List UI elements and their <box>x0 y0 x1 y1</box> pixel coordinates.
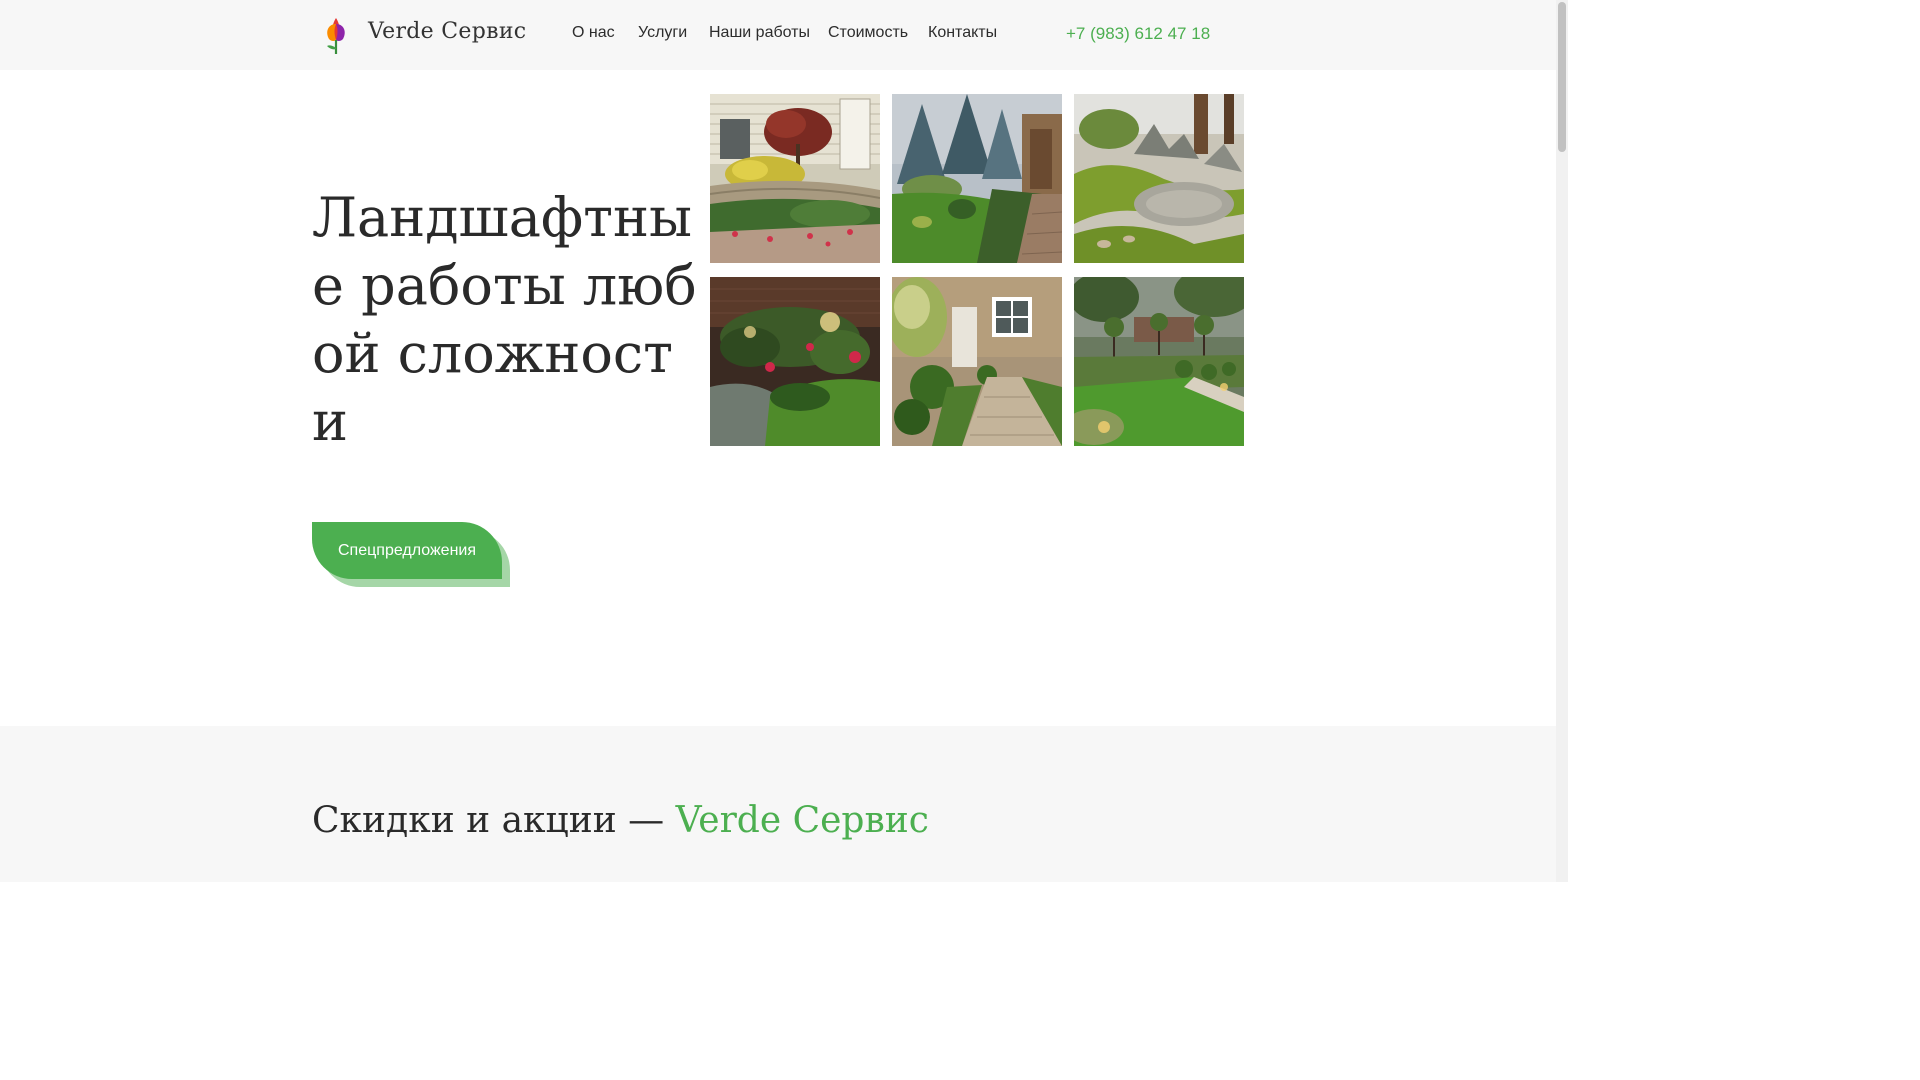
promo-title: Скидки и акции — Verde Сервис <box>312 800 929 841</box>
nav-item-about[interactable]: О нас <box>572 24 615 42</box>
boxwood-path-photo <box>892 277 1062 446</box>
promo-section: Скидки и акции — Verde Сервис <box>0 726 1556 882</box>
phone-link[interactable]: +7 (983) 612 47 18 <box>1066 24 1210 44</box>
garden-house-photo <box>710 94 880 263</box>
gallery-photo-5[interactable] <box>892 277 1062 446</box>
nav-item-pricing[interactable]: Стоимость <box>828 24 908 42</box>
conifer-garden-photo <box>892 94 1062 263</box>
promo-title-prefix: Скидки и акции — <box>312 800 665 841</box>
site-header: Verde Сервис О нас Услуги Наши работы Ст… <box>0 0 1556 70</box>
scrollbar-thumb[interactable] <box>1558 2 1566 152</box>
gallery-photo-1[interactable] <box>710 94 880 263</box>
gallery-photo-3[interactable] <box>1074 94 1244 263</box>
cta-wrapper: Спецпредложения <box>312 522 512 588</box>
page-scrollbar[interactable] <box>1556 0 1568 882</box>
promo-title-accent: Verde Сервис <box>675 800 929 841</box>
nav-item-works[interactable]: Наши работы <box>709 24 810 42</box>
rose-border-photo <box>710 277 880 446</box>
hero-title: Ландшафтные работы любой сложности <box>312 186 697 453</box>
zen-rock-garden-photo <box>1074 94 1244 263</box>
gallery-photo-4[interactable] <box>710 277 880 446</box>
gallery-photo-2[interactable] <box>892 94 1062 263</box>
works-gallery <box>710 94 1244 446</box>
nav-item-contacts[interactable]: Контакты <box>928 24 997 42</box>
modern-lawn-photo <box>1074 277 1244 446</box>
gallery-photo-6[interactable] <box>1074 277 1244 446</box>
special-offers-button[interactable]: Спецпредложения <box>312 522 502 579</box>
tulip-logo-icon[interactable] <box>322 14 350 56</box>
nav-item-services[interactable]: Услуги <box>638 24 687 42</box>
brand-name[interactable]: Verde Сервис <box>368 19 526 44</box>
